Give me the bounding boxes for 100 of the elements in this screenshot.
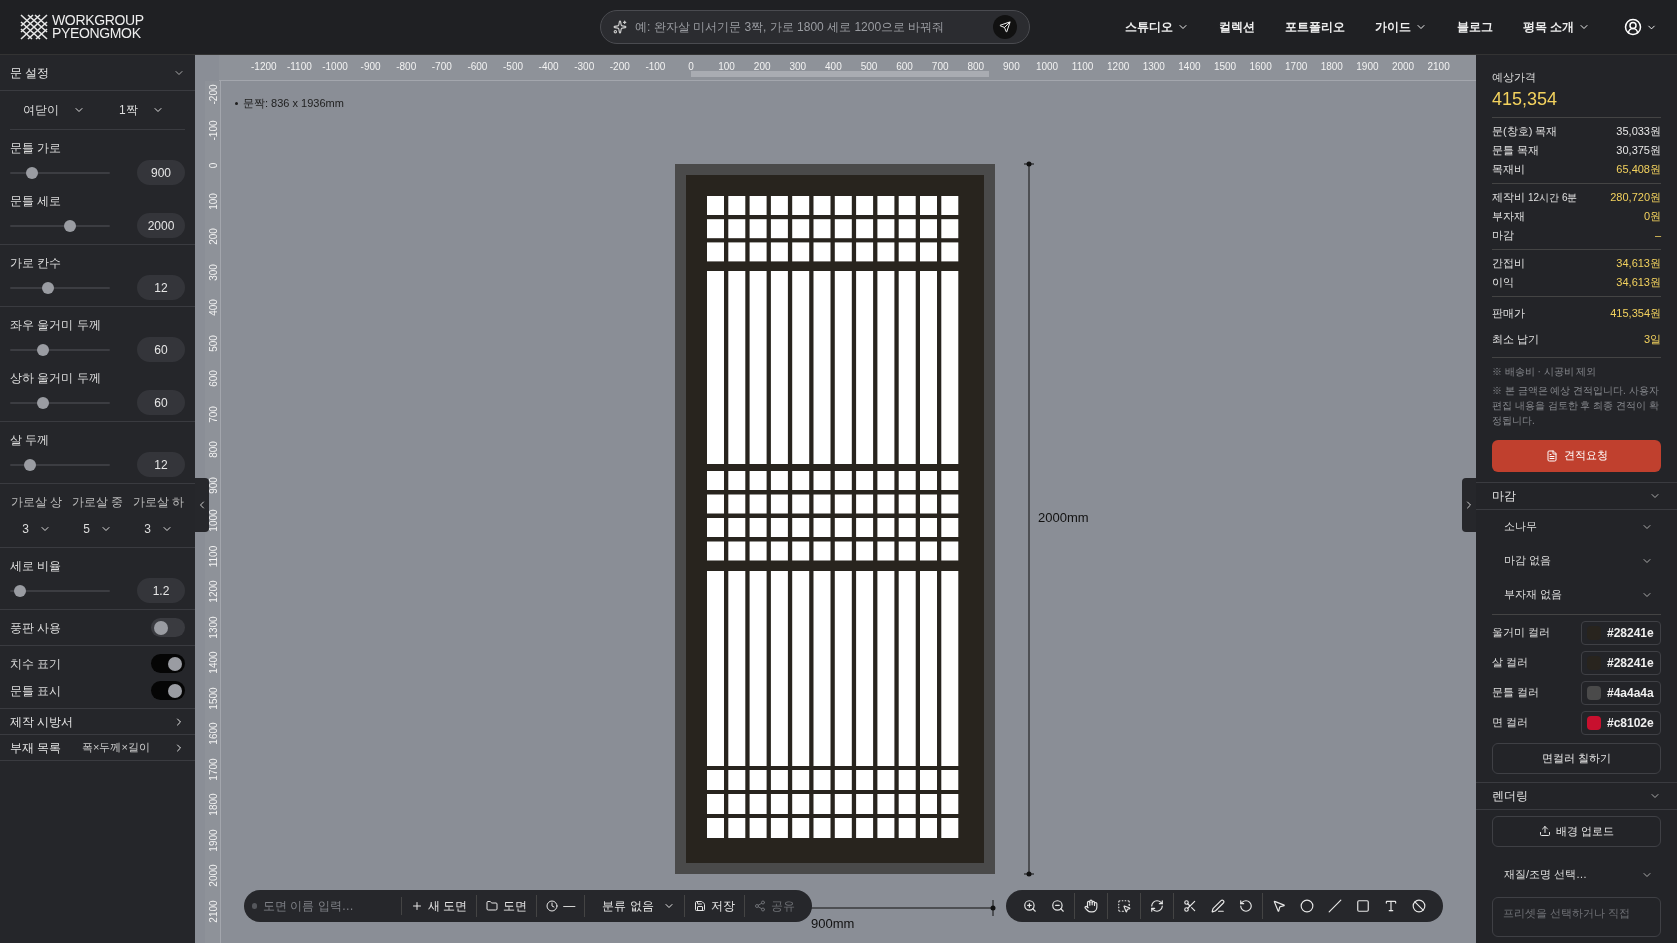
nav-item[interactable]: 가이드 bbox=[1374, 18, 1427, 36]
ruler-label: -700 bbox=[431, 60, 452, 74]
toggle-switch[interactable] bbox=[151, 681, 185, 700]
door-type-select[interactable]: 1짝 bbox=[97, 97, 185, 123]
ruler-label: 1300 bbox=[1142, 60, 1165, 74]
category-select[interactable]: 분류 없음 bbox=[585, 895, 685, 917]
cost-label: 목재비 bbox=[1492, 161, 1525, 177]
send-button[interactable] bbox=[992, 15, 1017, 39]
finish-select[interactable]: 마감 없음 bbox=[1492, 543, 1661, 578]
estimate-note: ※ 배송비 · 시공비 제외 bbox=[1492, 364, 1598, 379]
upload-background-button[interactable]: 배경 업로드 bbox=[1492, 815, 1661, 847]
width-dimension-label: 900mm bbox=[811, 915, 855, 933]
search-field[interactable]: 예: 완자살 미서기문 3짝, 가로 1800 세로 1200으로 바꿔줘 bbox=[600, 10, 1030, 44]
slider-thumb[interactable] bbox=[42, 281, 54, 294]
ruler-label: 500 bbox=[206, 333, 220, 354]
value-field[interactable]: 60 bbox=[137, 337, 185, 362]
finish-select[interactable]: 소나무 bbox=[1492, 509, 1661, 544]
toolbar-button[interactable]: — bbox=[537, 895, 586, 917]
toolbar-button[interactable]: 도면 bbox=[477, 895, 538, 917]
slider-label: 상하 울거미 두께 bbox=[10, 370, 102, 387]
estimate-title: 예상가격 bbox=[1492, 70, 1537, 85]
ruler-label: 900 bbox=[206, 475, 220, 496]
ruler-label: 1900 bbox=[206, 827, 220, 854]
ruler-label: 2100 bbox=[1427, 60, 1450, 74]
toggle-switch[interactable] bbox=[151, 618, 185, 637]
value-field[interactable]: 12 bbox=[137, 275, 185, 300]
count-select[interactable]: 3 bbox=[144, 520, 173, 538]
value-field[interactable]: 2000 bbox=[137, 213, 185, 238]
text-icon bbox=[1384, 899, 1398, 913]
cost-value: – bbox=[1654, 227, 1661, 243]
cost-label: 판매가 bbox=[1492, 306, 1525, 322]
cost-value: 35,033원 bbox=[1616, 123, 1661, 139]
ruler-label: 600 bbox=[896, 60, 913, 74]
paint-face-button[interactable]: 면컬러 칠하기 bbox=[1492, 742, 1661, 774]
lattice-logo-icon bbox=[20, 14, 48, 40]
door-type-select[interactable]: 여닫이 bbox=[10, 97, 98, 123]
toggle-label: 문틀 표시 bbox=[10, 682, 62, 700]
ruler-label: 2100 bbox=[206, 898, 220, 925]
ruler-label: 1800 bbox=[1320, 60, 1343, 74]
slider-thumb[interactable] bbox=[37, 396, 49, 409]
color-field[interactable]: #c8102e bbox=[1581, 710, 1661, 735]
toolbar-button[interactable]: 저장 bbox=[684, 895, 745, 917]
sparkle-icon bbox=[613, 20, 628, 34]
ruler-label: 1400 bbox=[1178, 60, 1201, 74]
quote-request-button[interactable]: 견적요청 bbox=[1492, 439, 1661, 472]
color-field[interactable]: #28241e bbox=[1581, 650, 1661, 675]
ruler-label: 100 bbox=[718, 60, 735, 74]
undo-icon bbox=[1239, 899, 1253, 913]
finish-select[interactable]: 부자재 없음 bbox=[1492, 577, 1661, 612]
slider-thumb[interactable] bbox=[24, 458, 36, 471]
ruler-label: 200 bbox=[753, 60, 771, 74]
ruler-label: 1500 bbox=[1213, 60, 1237, 74]
ruler-label: 1800 bbox=[206, 792, 220, 818]
cost-label: 부자재 bbox=[1492, 208, 1525, 224]
value-field[interactable]: 900 bbox=[137, 160, 185, 185]
ruler-label: 1400 bbox=[206, 650, 220, 676]
slider-thumb[interactable] bbox=[64, 219, 76, 232]
zoom-in-icon bbox=[1023, 899, 1037, 913]
toggle-label: 치수 표기 bbox=[10, 655, 62, 673]
account-menu-button[interactable] bbox=[1624, 18, 1657, 36]
color-field[interactable]: #4a4a4a bbox=[1581, 680, 1661, 705]
ruler-label: 2000 bbox=[1391, 60, 1415, 74]
value-field[interactable]: 60 bbox=[137, 390, 185, 415]
scissors-icon bbox=[1183, 899, 1197, 913]
slider-thumb[interactable] bbox=[37, 343, 49, 356]
color-field[interactable]: #28241e bbox=[1581, 620, 1661, 645]
ruler-label: 1500 bbox=[206, 685, 220, 712]
nav-item[interactable]: 평목 소개 bbox=[1522, 18, 1590, 36]
material-select[interactable]: 재질/조명 선택… bbox=[1492, 858, 1661, 891]
cost-value: 34,613원 bbox=[1616, 255, 1661, 271]
slider-thumb[interactable] bbox=[26, 166, 38, 179]
ruler-label: 0 bbox=[688, 60, 694, 74]
nav-item[interactable]: 스튜디오 bbox=[1124, 18, 1189, 36]
logo-text: PYEONGMOK bbox=[52, 27, 142, 40]
color-label: 면 컬러 bbox=[1492, 715, 1529, 731]
collapse-right-handle[interactable] bbox=[1462, 478, 1476, 532]
ruler-label: 1000 bbox=[1035, 60, 1059, 74]
name-input[interactable]: 도면 이름 입력… bbox=[263, 897, 393, 915]
slider-thumb[interactable] bbox=[14, 584, 26, 597]
ruler-label: 1200 bbox=[1107, 60, 1130, 74]
toolbar-button[interactable]: 새 도면 bbox=[402, 895, 478, 917]
toggle-switch[interactable] bbox=[151, 654, 185, 673]
pointer-icon bbox=[1272, 899, 1286, 913]
select-label: 가로살 하 bbox=[132, 494, 185, 511]
ruler-label: 1100 bbox=[1071, 60, 1094, 74]
value-field[interactable]: 1.2 bbox=[137, 578, 185, 603]
ruler-label: 700 bbox=[931, 60, 949, 74]
new-icon bbox=[411, 900, 423, 912]
search-input[interactable]: 예: 완자살 미서기문 3짝, 가로 1800 세로 1200으로 바꿔줘 bbox=[635, 18, 985, 36]
value-field[interactable]: 12 bbox=[137, 452, 185, 477]
document-icon bbox=[1545, 449, 1558, 462]
nav-item[interactable]: 컬렉션 bbox=[1218, 18, 1255, 36]
nav-item[interactable]: 블로그 bbox=[1456, 18, 1493, 36]
count-select[interactable]: 5 bbox=[83, 520, 112, 538]
collapse-left-handle[interactable] bbox=[195, 478, 209, 532]
count-select[interactable]: 3 bbox=[22, 520, 51, 538]
cost-value: 34,613원 bbox=[1616, 274, 1661, 290]
prompt-field[interactable]: 프리셋을 선택하거나 직접 bbox=[1492, 896, 1661, 937]
nav-item[interactable]: 포트폴리오 bbox=[1284, 18, 1345, 36]
ruler-label: 1100 bbox=[206, 544, 220, 569]
